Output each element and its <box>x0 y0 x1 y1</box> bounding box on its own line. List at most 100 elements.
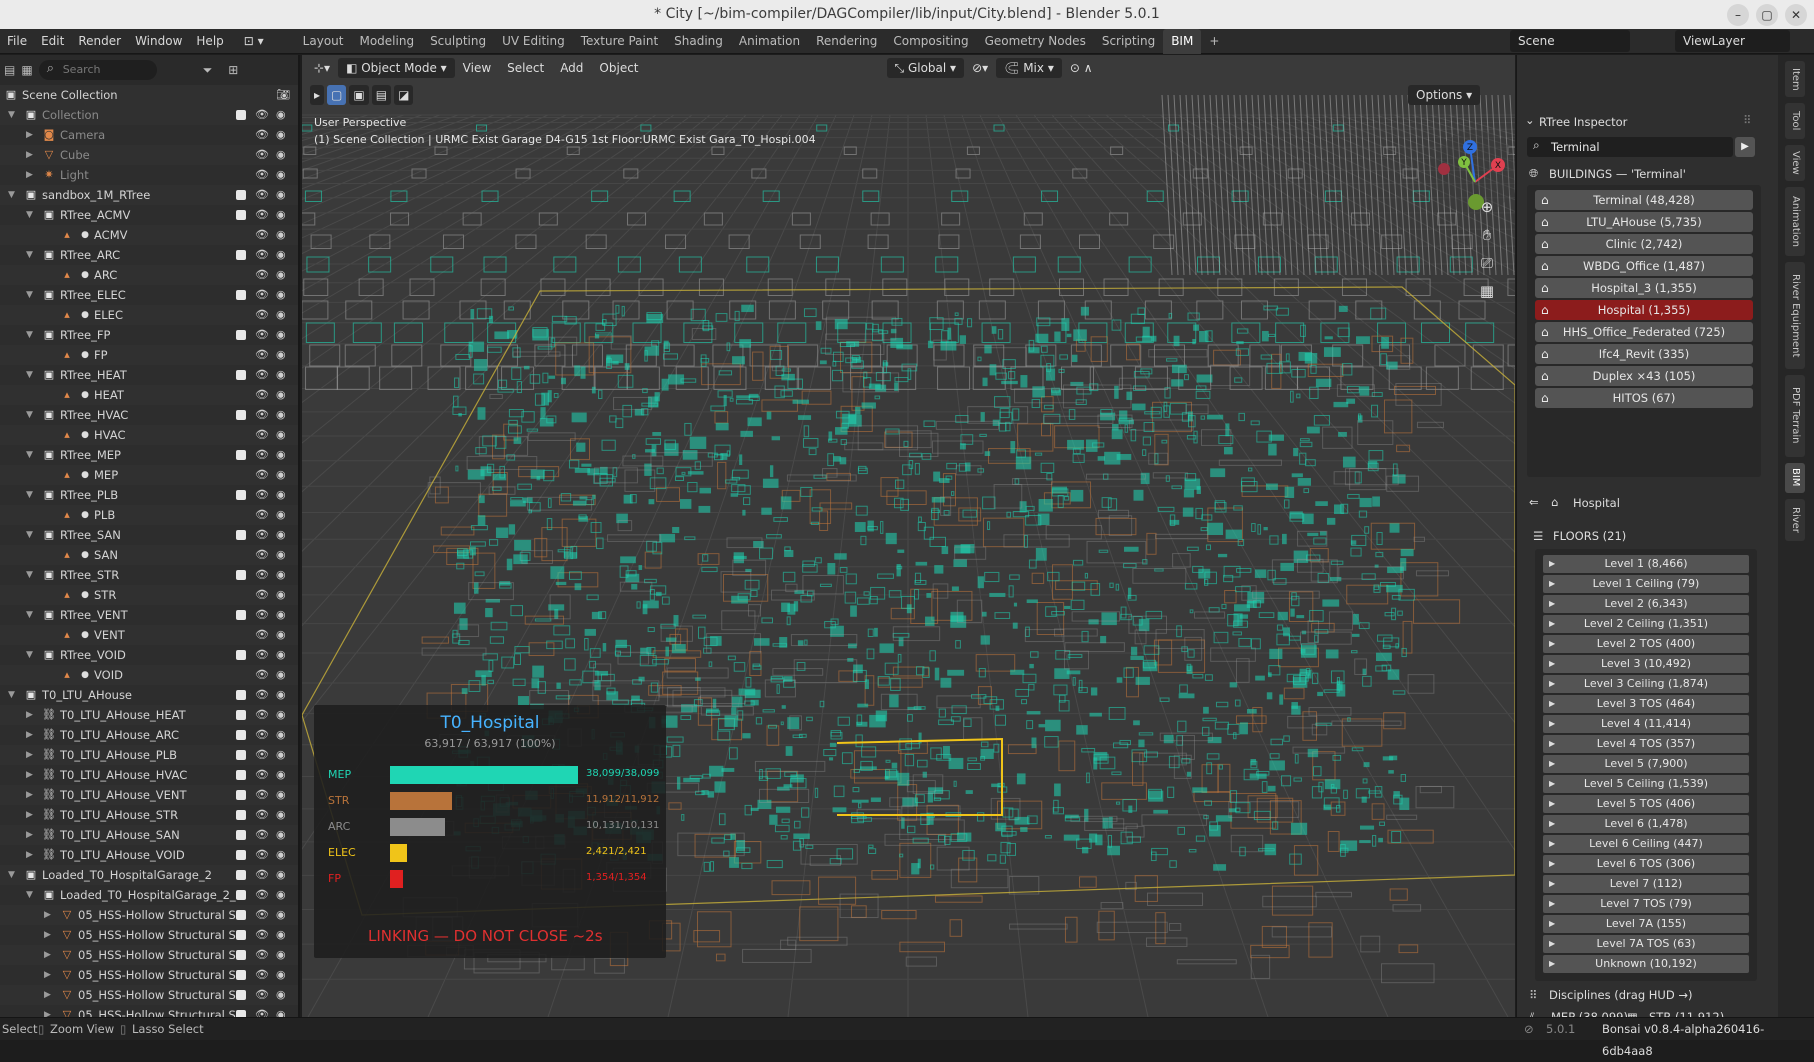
render-icon[interactable]: ◉ <box>276 345 286 365</box>
eye-icon[interactable]: 👁︎ <box>255 385 269 405</box>
discipline-label[interactable]: STR (11,912) <box>1649 1010 1724 1017</box>
exclude-checkbox[interactable] <box>236 950 246 960</box>
render-icon[interactable]: ◉ <box>276 485 286 505</box>
sidebar-tab-river[interactable]: River <box>1785 498 1805 541</box>
render-icon[interactable]: ◉ <box>276 905 286 925</box>
viewport-menu-add[interactable]: Add <box>552 58 591 78</box>
run-search-button[interactable]: ▶ <box>1735 137 1755 157</box>
orientation-dropdown[interactable]: ⤡ Global ▾ <box>886 58 965 78</box>
exclude-checkbox[interactable] <box>236 530 246 540</box>
hud-row-arc[interactable]: ARC 10,131/10,131 <box>328 817 659 837</box>
outliner-row[interactable]: ▼ ▣ Collection 👁︎ ◉ <box>0 105 298 125</box>
floor-row[interactable]: ▶ Level 6 Ceiling (447) <box>1543 835 1749 853</box>
sidebar-tab-item[interactable]: Item <box>1785 61 1805 97</box>
expand-arrow-icon[interactable]: ▼ <box>26 525 33 545</box>
eye-icon[interactable]: 👁︎ <box>255 685 269 705</box>
floor-row[interactable]: ▶ Level 3 Ceiling (1,874) <box>1543 675 1749 693</box>
expand-arrow-icon[interactable]: ▼ <box>26 285 33 305</box>
viewport-menu-select[interactable]: Select <box>499 58 552 78</box>
eye-icon[interactable]: 👁︎ <box>255 445 269 465</box>
floor-row[interactable]: ▶ Level 3 (10,492) <box>1543 655 1749 673</box>
floor-row[interactable]: ▶ Level 4 TOS (357) <box>1543 735 1749 753</box>
floor-row[interactable]: ▶ Level 2 (6,343) <box>1543 595 1749 613</box>
eye-icon[interactable]: 👁︎ <box>255 185 269 205</box>
display-mode-icon[interactable]: ▦ <box>21 63 32 77</box>
exclude-checkbox[interactable] <box>236 130 246 140</box>
outliner-row[interactable]: ▴ ● PLB 👁︎ ◉ <box>0 505 298 525</box>
eye-icon[interactable]: 👁︎ <box>255 765 269 785</box>
expand-arrow-icon[interactable]: ▶ <box>1549 815 1555 833</box>
exclude-checkbox[interactable] <box>236 170 246 180</box>
outliner-row[interactable]: ▴ ● MEP 👁︎ ◉ <box>0 465 298 485</box>
filter-icon[interactable]: ⏷ <box>203 63 213 78</box>
eye-icon[interactable]: 👁︎ <box>255 665 269 685</box>
outliner-row[interactable]: ▼ ▣ RTree_HEAT 👁︎ ◉ <box>0 365 298 385</box>
render-icon[interactable]: ◉ <box>276 165 286 185</box>
sidebar-tab-pdf-terrain[interactable]: PDF Terrain <box>1785 375 1805 457</box>
collapsed-arrow-icon[interactable]: ▶ <box>26 705 33 725</box>
eye-icon[interactable]: 👁︎ <box>255 365 269 385</box>
hud-row-fp[interactable]: FP 1,354/1,354 <box>328 869 658 889</box>
exclude-checkbox[interactable] <box>236 330 246 340</box>
eye-icon[interactable]: 👁︎ <box>255 745 269 765</box>
proportional-edit-icon[interactable]: ⊙ ∧ <box>1062 58 1101 78</box>
tweak-tool-icon[interactable]: ▸ <box>310 85 325 105</box>
expand-arrow-icon[interactable]: ▶ <box>1549 695 1555 713</box>
scene-selector[interactable]: Scene <box>1510 30 1630 52</box>
expand-arrow-icon[interactable]: ▶ <box>1549 935 1555 953</box>
outliner-search-input[interactable]: Search <box>38 59 157 80</box>
exclude-checkbox[interactable] <box>236 870 246 880</box>
floor-row[interactable]: ▶ Level 4 (11,414) <box>1543 715 1749 733</box>
expand-arrow-icon[interactable]: ▶ <box>1549 555 1555 573</box>
render-icon[interactable]: ◉ <box>276 565 286 585</box>
exclude-checkbox[interactable] <box>236 390 246 400</box>
pivot-icon[interactable]: ⊘▾ <box>964 58 996 78</box>
collapsed-arrow-icon[interactable]: ▶ <box>26 725 33 745</box>
expand-arrow-icon[interactable]: ▼ <box>26 405 33 425</box>
sidebar-tab-animation[interactable]: Animation <box>1785 187 1805 256</box>
collapsed-arrow-icon[interactable]: ▶ <box>26 825 33 845</box>
render-icon[interactable]: ◉ <box>276 665 286 685</box>
exclude-checkbox[interactable] <box>236 1010 246 1017</box>
back-arrow-icon[interactable]: ⇐ <box>1529 495 1539 509</box>
outliner-row[interactable]: ▼ ▣ RTree_ARC 👁︎ ◉ <box>0 245 298 265</box>
outliner-row[interactable]: ▶ ▽ 05_HSS-Hollow Structural S 👁︎ ◉ <box>0 925 298 945</box>
eye-icon[interactable]: 👁︎ <box>255 785 269 805</box>
exclude-checkbox[interactable] <box>236 550 246 560</box>
workspace-tab-modeling[interactable]: Modeling <box>351 29 422 54</box>
eye-icon[interactable]: 👁︎ <box>255 585 269 605</box>
options-dropdown[interactable]: Options ▾ <box>1408 85 1481 105</box>
render-icon[interactable]: ◉ <box>276 965 286 985</box>
exclude-checkbox[interactable] <box>236 490 246 500</box>
exclude-checkbox[interactable] <box>236 290 246 300</box>
viewport-menu-view[interactable]: View <box>455 58 499 78</box>
eye-icon[interactable]: 👁︎ <box>255 865 269 885</box>
floor-row[interactable]: ▶ Level 6 (1,478) <box>1543 815 1749 833</box>
collapsed-arrow-icon[interactable]: ▶ <box>26 745 33 765</box>
workspace-tab-animation[interactable]: Animation <box>731 29 808 54</box>
outliner-row[interactable]: ▴ ● FP 👁︎ ◉ <box>0 345 298 365</box>
exclude-checkbox[interactable] <box>236 430 246 440</box>
expand-arrow-icon[interactable]: ▼ <box>26 445 33 465</box>
outliner-row[interactable]: ▶ ⛓︎ T0_LTU_AHouse_VOID 👁︎ ◉ <box>0 845 298 865</box>
expand-arrow-icon[interactable]: ▶ <box>1549 775 1555 793</box>
outliner-row[interactable]: ▶ ▽ 05_HSS-Hollow Structural S 👁︎ ◉ <box>0 1005 298 1017</box>
select-new-icon[interactable]: ▢ <box>327 85 347 105</box>
viewport-menu-object[interactable]: Object <box>591 58 646 78</box>
building-button[interactable]: ⌂ WBDG_Office (1,487) <box>1535 256 1753 276</box>
render-icon[interactable]: ◉ <box>276 585 286 605</box>
eye-icon[interactable]: 👁︎ <box>255 125 269 145</box>
menu-file[interactable]: File <box>0 29 34 54</box>
expand-arrow-icon[interactable]: ▼ <box>26 245 33 265</box>
editor-type-icon[interactable]: ⊹▾ <box>306 58 338 78</box>
eye-icon[interactable]: 👁︎ <box>255 105 269 125</box>
outliner-row[interactable]: ▶ ⛓︎ T0_LTU_AHouse_VENT 👁︎ ◉ <box>0 785 298 805</box>
eye-icon[interactable]: 👁︎ <box>255 645 269 665</box>
expand-arrow-icon[interactable]: ▶ <box>1549 615 1555 633</box>
render-icon[interactable]: ◉ <box>276 285 286 305</box>
pan-hand-icon[interactable]: ✋︎ <box>1475 223 1499 247</box>
expand-arrow-icon[interactable]: ▼ <box>8 105 15 125</box>
collapsed-arrow-icon[interactable]: ▶ <box>26 165 33 185</box>
exclude-checkbox[interactable] <box>236 370 246 380</box>
render-icon[interactable]: ◉ <box>276 805 286 825</box>
